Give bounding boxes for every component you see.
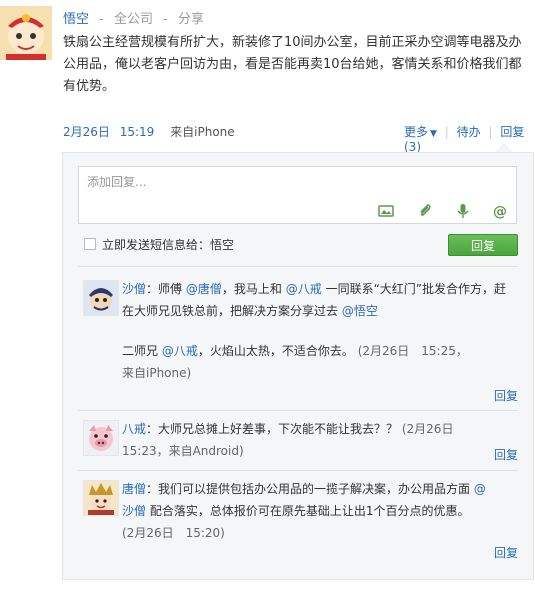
sub-source: 来自iPhone) [122, 366, 192, 380]
comment-text-2: ，我马上和 [221, 282, 282, 296]
microphone-icon[interactable] [455, 203, 471, 219]
comment-author-3[interactable]: 唐僧 [122, 482, 146, 496]
comment-author[interactable]: 沙僧 [122, 282, 146, 296]
divider-2 [78, 410, 518, 411]
todo-button[interactable]: 待办 [457, 125, 481, 139]
sms-checkbox[interactable] [84, 238, 96, 250]
comment-shaseng-sub: 二师兄 @八戒，火焰山太热，不适合你去。 (2月26日 15:25， 来自iPh… [122, 340, 516, 384]
comment-text: ：师傅 [146, 282, 183, 296]
comment-shaseng: 沙僧：师傅 @唐僧，我马上和 @八戒 一同联系“大红门”批发合作方，赶在大师兄见… [122, 278, 516, 322]
at-icon[interactable]: @ [492, 203, 508, 219]
action-separator-2: | [488, 125, 493, 139]
reply-button[interactable]: 回复 [494, 387, 518, 404]
post-actions: 更多 ▼ | 待办 | 回复(3) [404, 123, 535, 154]
panel-caret [496, 144, 512, 152]
header-separator: - [99, 12, 104, 27]
sub-text: ，火焰山太热，不适合你去。 [197, 344, 354, 358]
image-icon[interactable] [378, 203, 394, 219]
post-source: 来自iPhone [170, 125, 235, 139]
post-scope: 全公司 [114, 12, 154, 27]
mention-wukong[interactable]: @悟空 [342, 304, 378, 318]
mention-tangseng[interactable]: @唐僧 [186, 282, 222, 296]
reply-button-3[interactable]: 回复 [494, 544, 518, 561]
post-share: 分享 [178, 12, 205, 27]
divider-3 [78, 470, 518, 471]
avatar-shaseng[interactable] [83, 280, 119, 316]
attachment-icon[interactable] [417, 203, 433, 219]
comment-meta-tangseng: (2月26日 15:20) [122, 526, 225, 540]
mention-bajie-sub[interactable]: @八戒 [162, 344, 198, 358]
comment-author-2[interactable]: 八戒 [122, 422, 146, 436]
post-meta: 2月26日 15:19 来自iPhone [63, 123, 235, 140]
divider [78, 266, 518, 267]
header-separator-2: - [163, 12, 168, 27]
post-date[interactable]: 2月26日 [63, 125, 110, 139]
more-button[interactable]: 更多 [404, 125, 428, 139]
post-header: 悟空 - 全公司 - 分享 [63, 8, 204, 27]
comment-meta-bajie-2: 15:23，来自Android) [122, 444, 244, 458]
submit-reply-button[interactable]: 回复 [448, 234, 518, 256]
reply-input[interactable]: 添加回复... @ [78, 166, 517, 224]
comment-bajie: 八戒：大师兄总摊上好差事，下次能不能让我去？？ (2月26日 15:23，来自A… [122, 418, 516, 462]
action-separator: | [444, 125, 449, 139]
reply-input-placeholder: 添加回复... [87, 175, 147, 189]
svg-text:@: @ [493, 204, 507, 219]
comment-text-tangseng-2: 配合落实，总体报价可在原先基础上让出1个百分点的优惠。 [149, 504, 470, 518]
comment-tangseng: 唐僧：我们可以提供包括办公用品的一揽子解决案，办公用品方面 @ 沙僧 配合落实，… [122, 478, 518, 544]
reply-button-2[interactable]: 回复 [494, 446, 518, 463]
avatar-tangseng[interactable] [83, 480, 119, 516]
comment-text-tangseng: ：我们可以提供包括办公用品的一揽子解决案，办公用品方面 [146, 482, 471, 496]
avatar-wukong[interactable] [0, 6, 52, 60]
chevron-down-icon[interactable]: ▼ [430, 129, 437, 139]
avatar-bajie[interactable] [83, 420, 119, 456]
comment-text-bajie: ：大师兄总摊上好差事，下次能不能让我去？？ [146, 422, 399, 436]
sms-label: 立即发送短信息给：悟空 [102, 238, 235, 252]
post-text: 铁扇公主经营规模有所扩大，新装修了10间办公室，目前正采办空调等电器及办公用品，… [63, 35, 522, 94]
mention-shaseng[interactable]: 沙僧 [122, 504, 146, 518]
post-time[interactable]: 15:19 [120, 125, 155, 139]
mention-at[interactable]: @ [474, 482, 486, 496]
sub-meta: (2月26日 15:25， [357, 344, 468, 358]
sub-prefix: 二师兄 [122, 344, 159, 358]
comment-meta-bajie: (2月26日 [401, 422, 454, 436]
post-author[interactable]: 悟空 [63, 12, 89, 27]
mention-bajie[interactable]: @八戒 [286, 282, 322, 296]
